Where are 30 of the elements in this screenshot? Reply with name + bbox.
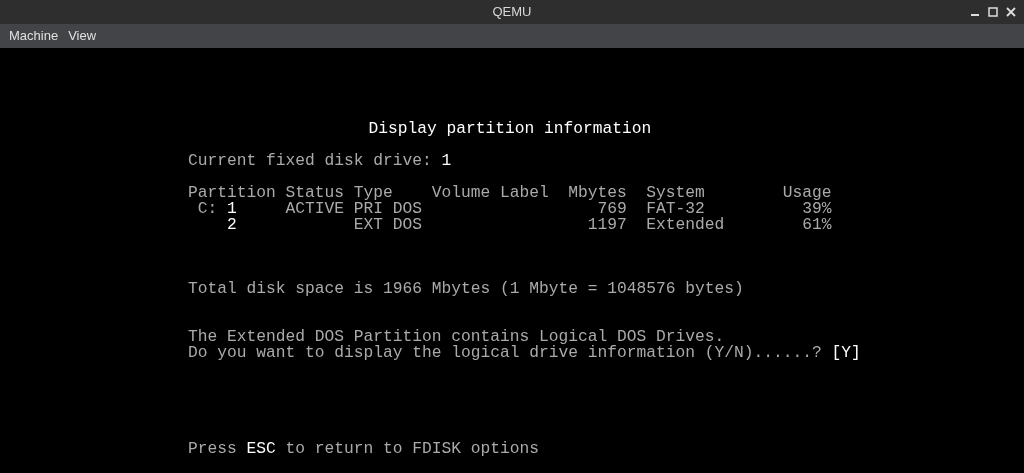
maximize-icon[interactable]: [988, 7, 998, 17]
partition-number: 2: [227, 217, 237, 233]
column-header: Usage: [782, 185, 832, 201]
table-cell: Extended: [646, 215, 725, 234]
current-drive-text: Current fixed disk drive: 1: [188, 153, 452, 169]
table-cell: 61%: [802, 215, 832, 234]
table-cell: ACTIVE: [285, 199, 345, 218]
table-cell: 1197: [587, 215, 627, 234]
total-disk-space-text: Total disk space is 1966 Mbytes (1 Mbyte = 1048576 bytes): [188, 281, 744, 297]
column-header: System: [645, 185, 706, 201]
table-cell: 769: [597, 199, 627, 218]
footer-hint: Press ESC to return to FDISK options: [188, 441, 540, 457]
menu-item[interactable]: View: [63, 26, 102, 46]
menu-item[interactable]: Machine: [4, 26, 64, 46]
column-header: Volume Label: [431, 185, 550, 201]
partition-number: 1: [227, 201, 237, 217]
column-header: Type: [353, 185, 394, 201]
column-header: Mbytes: [568, 185, 627, 201]
table-cell: PRI DOS: [353, 199, 423, 218]
column-header: Status: [285, 185, 346, 201]
table-cell: EXT DOS: [353, 215, 423, 234]
table-cell: FAT-32: [646, 199, 705, 218]
message-text: The Extended DOS Partition contains Logical DOS Drives.: [188, 329, 725, 345]
close-icon[interactable]: [1006, 7, 1016, 17]
window-title: QEMU: [492, 3, 532, 22]
drive-letter: C:: [197, 199, 218, 218]
table-cell: 39%: [802, 199, 832, 218]
column-header: Partition: [188, 185, 277, 201]
screen-title: Display partition information: [368, 121, 652, 137]
message-text: Do you want to display the logical drive information (Y/N)......? [Y]: [188, 345, 861, 361]
